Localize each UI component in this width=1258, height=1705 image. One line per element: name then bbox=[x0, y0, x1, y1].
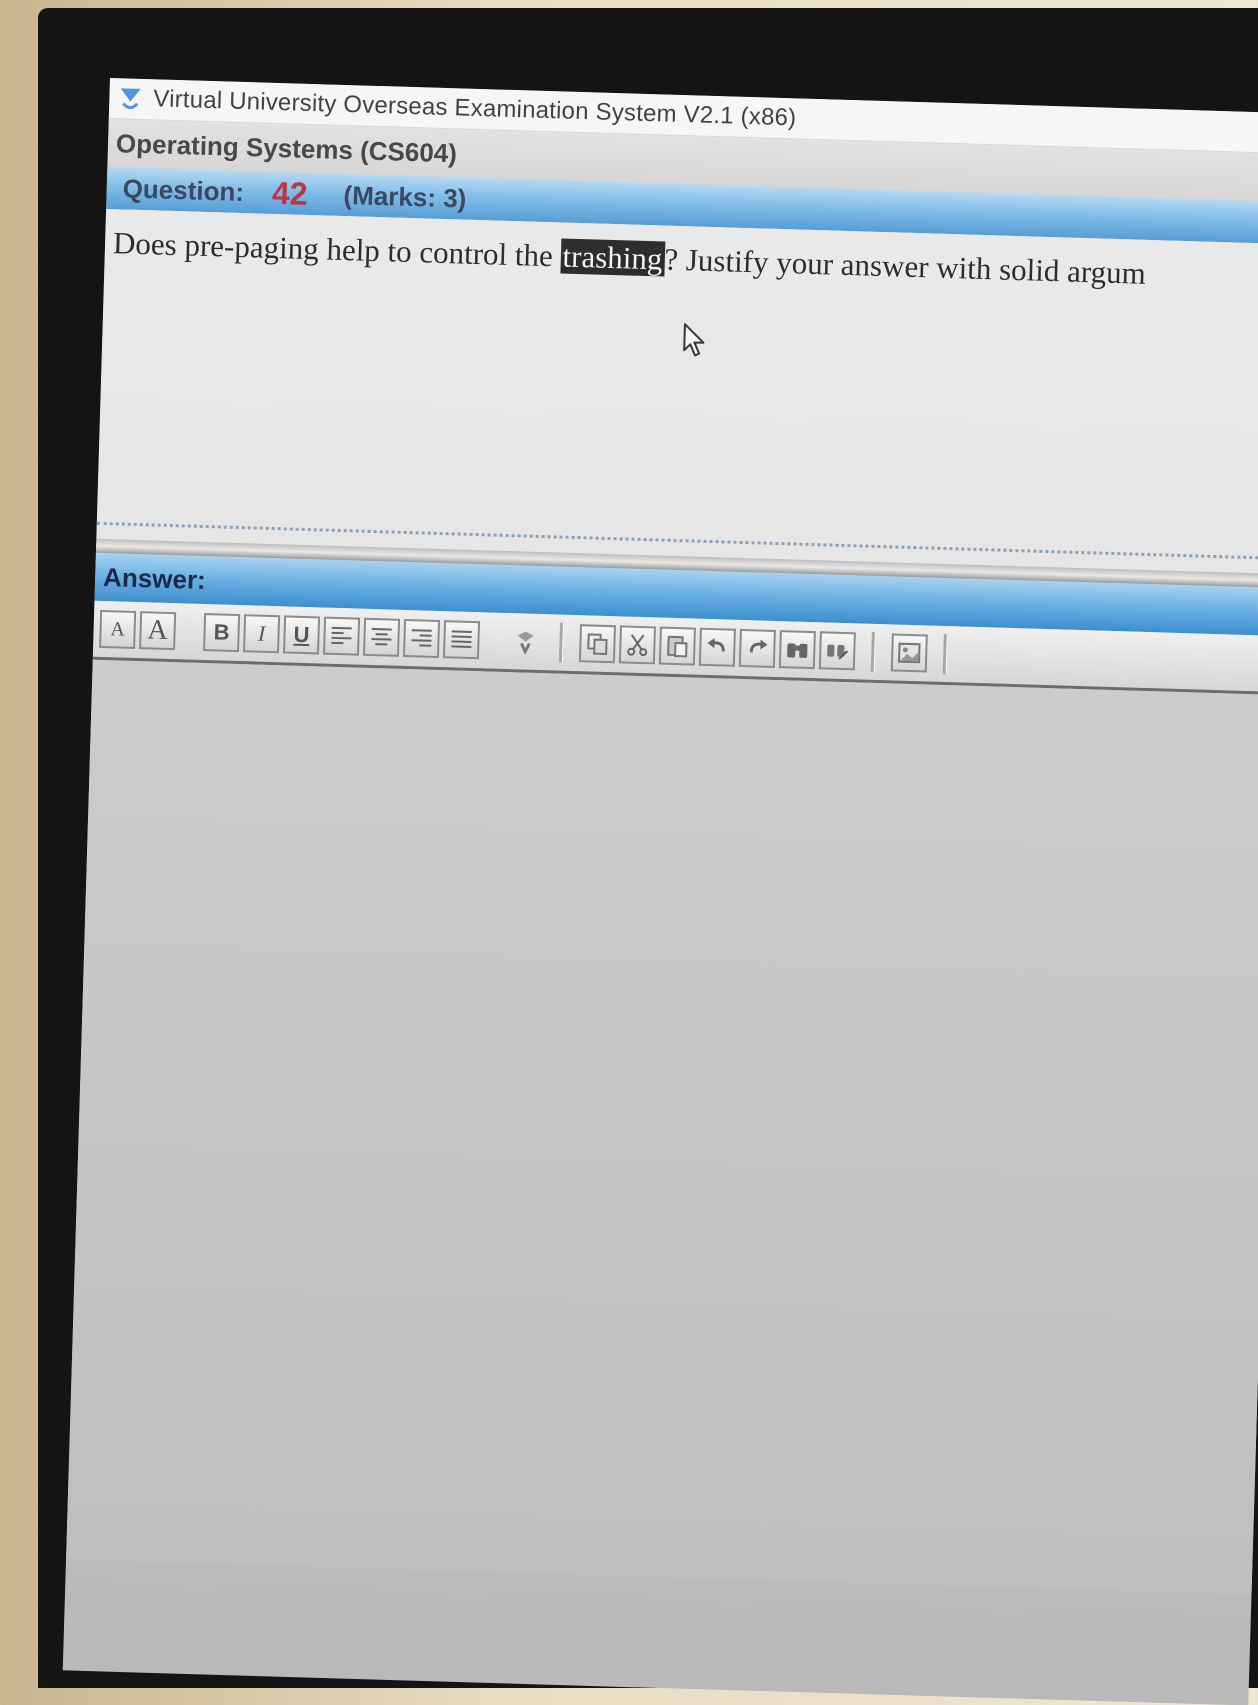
bold-button[interactable]: B bbox=[203, 613, 240, 652]
undo-button[interactable] bbox=[699, 628, 736, 667]
answer-label: Answer: bbox=[103, 562, 206, 596]
bold-glyph: B bbox=[213, 619, 230, 645]
italic-glyph: I bbox=[258, 621, 266, 647]
question-marks: (Marks: 3) bbox=[343, 179, 467, 214]
align-center-icon bbox=[367, 623, 396, 652]
copy-button[interactable] bbox=[579, 624, 616, 663]
insert-symbol-icon bbox=[511, 627, 540, 656]
insert-symbol-button[interactable] bbox=[507, 622, 544, 661]
question-label: Question: bbox=[122, 173, 244, 208]
italic-button[interactable]: I bbox=[243, 614, 280, 653]
font-size-decrease-glyph: A bbox=[110, 618, 125, 641]
font-size-increase-button[interactable]: A bbox=[139, 611, 176, 650]
align-left-icon bbox=[327, 622, 356, 651]
align-justify-button[interactable] bbox=[443, 620, 480, 659]
question-text-after: ? Justify your answer with solid argum bbox=[664, 242, 1146, 291]
scissors-icon bbox=[623, 630, 652, 659]
cut-button[interactable] bbox=[619, 625, 656, 664]
align-right-button[interactable] bbox=[403, 619, 440, 658]
redo-icon bbox=[743, 634, 772, 663]
mouse-pointer-icon bbox=[682, 322, 709, 359]
toolbar-separator-2 bbox=[871, 632, 876, 672]
align-right-icon bbox=[407, 624, 436, 653]
image-icon bbox=[895, 639, 924, 668]
align-justify-icon bbox=[447, 625, 476, 654]
find-button[interactable] bbox=[779, 630, 816, 669]
redo-button[interactable] bbox=[739, 629, 776, 668]
selected-word[interactable]: trashing bbox=[560, 238, 665, 276]
copy-icon bbox=[583, 629, 612, 658]
underline-button[interactable]: U bbox=[283, 615, 320, 654]
align-center-button[interactable] bbox=[363, 618, 400, 657]
underline-glyph: U bbox=[293, 622, 310, 648]
question-number: 42 bbox=[271, 174, 308, 212]
paste-button[interactable] bbox=[659, 627, 696, 666]
align-left-button[interactable] bbox=[323, 617, 360, 656]
replace-button[interactable] bbox=[819, 631, 856, 670]
insert-image-button[interactable] bbox=[891, 633, 928, 672]
paste-icon bbox=[663, 632, 692, 661]
binoculars-icon bbox=[783, 635, 812, 664]
question-pane[interactable]: Does pre-paging help to control the tras… bbox=[96, 209, 1258, 574]
font-size-increase-glyph: A bbox=[147, 614, 168, 647]
toolbar-separator bbox=[559, 623, 564, 663]
answer-textarea[interactable] bbox=[66, 660, 1258, 1595]
undo-icon bbox=[703, 633, 732, 662]
toolbar-separator-3 bbox=[943, 634, 948, 674]
course-name: Operating Systems (CS604) bbox=[116, 128, 458, 169]
exam-window: Virtual University Overseas Examination … bbox=[63, 78, 1258, 1705]
replace-icon bbox=[823, 636, 852, 665]
question-text-before: Does pre-paging help to control the bbox=[113, 225, 561, 273]
monitor-bezel: Virtual University Overseas Examination … bbox=[38, 8, 1258, 1688]
font-size-decrease-button[interactable]: A bbox=[99, 610, 136, 649]
app-logo-icon bbox=[117, 85, 144, 112]
